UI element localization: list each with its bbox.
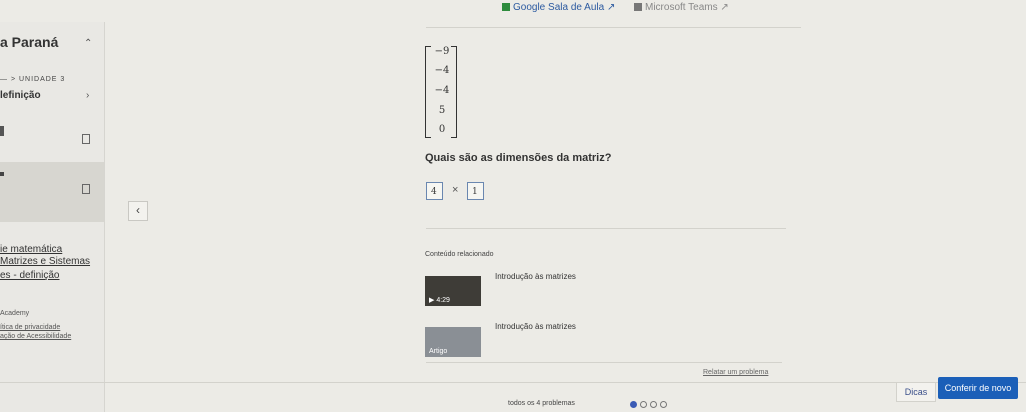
video-duration: ▶ 4:29 [429,297,450,304]
exercise-icon [82,134,90,144]
unit-label: — > UNIDADE 3 [0,76,66,83]
matrix-entry: 5 [438,105,446,116]
article-tag: Artigo [429,348,448,355]
progress-dots [630,401,670,409]
hint-button[interactable]: Dicas [896,382,936,402]
progress-dot [660,401,667,408]
related-article-link[interactable]: Introdução às matrizes [495,322,576,331]
related-video-link[interactable]: Introdução às matrizes [495,272,576,281]
teams-icon [634,3,642,11]
progress-marker-icon [0,126,4,136]
privacy-link[interactable]: ítica de privacidade [0,324,60,331]
section-title[interactable]: lefinição [0,90,41,101]
article-thumbnail[interactable]: Artigo [425,327,481,357]
top-divider [426,27,801,28]
report-problem-link[interactable]: Relatar um problema [703,369,768,376]
sidebar-item-selected[interactable] [0,162,104,222]
progress-dot-current [630,401,637,408]
chevron-right-icon[interactable]: › [86,90,89,101]
sidebar: a Paraná ⌃ — > UNIDADE 3 lefinição › ie … [0,22,105,412]
breadcrumb-course[interactable]: Matrizes e Sistemas [0,256,90,267]
check-again-button[interactable]: Conferir de novo [938,377,1018,399]
times-sign: × [452,184,459,196]
academy-label: Academy [0,310,30,317]
progress-dot [640,401,647,408]
google-classroom-link[interactable]: Google Sala de Aula ↗ [502,2,615,13]
top-bar: Google Sala de Aula ↗ Microsoft Teams ↗ [0,0,1026,18]
divider [426,362,782,363]
cols-answer-input[interactable]: 1 [467,182,484,200]
video-thumbnail[interactable]: ▶ 4:29 [425,276,481,306]
matrix-entry: −4 [434,85,450,96]
accessibility-link[interactable]: ação de Acessibilidade [0,333,71,340]
column-matrix: −9 −4 −4 5 0 [425,46,457,138]
classroom-icon [502,3,510,11]
progress-dot [650,401,657,408]
matrix-entry: −9 [434,46,450,57]
divider [426,228,786,229]
course-title: a Paraná [0,34,59,50]
related-heading: Conteúdo relacionado [425,251,494,258]
breadcrumb-subject[interactable]: ie matemática [0,244,62,255]
back-button[interactable]: ‹ [128,201,148,221]
matrix-entry: −4 [434,65,450,76]
question-text: Quais são as dimensões da matriz? [425,152,612,164]
exercise-icon [82,184,90,194]
microsoft-teams-link[interactable]: Microsoft Teams ↗ [634,2,729,13]
progress-marker-icon [0,172,4,176]
breadcrumb-lesson[interactable]: es - definição [0,270,59,281]
matrix-entry: 0 [438,124,446,135]
footer-bar [0,382,1026,412]
collapse-icon[interactable]: ⌃ [84,38,92,49]
sidebar-item[interactable] [0,122,104,160]
rows-answer-input[interactable]: 4 [426,182,443,200]
progress-text: todos os 4 problemas [508,400,575,407]
footer-divider [0,382,1026,383]
